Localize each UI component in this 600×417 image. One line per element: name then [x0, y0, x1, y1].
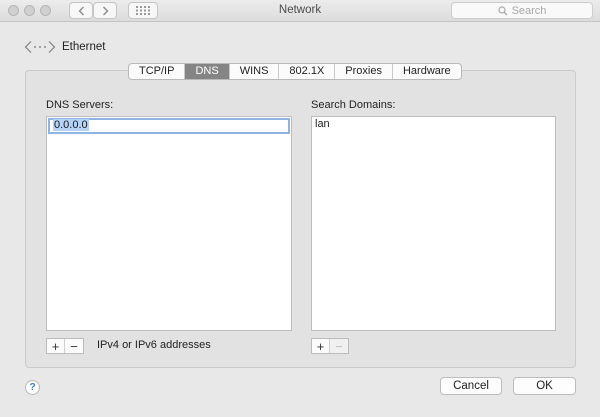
- tab-bar: TCP/IP DNS WINS 802.1X Proxies Hardware: [128, 63, 462, 80]
- dns-server-value[interactable]: 0.0.0.0: [53, 119, 89, 131]
- tab-proxies[interactable]: Proxies: [335, 64, 393, 79]
- title-bar: Network Search: [0, 0, 600, 22]
- search-domains-list[interactable]: lan: [311, 116, 556, 331]
- tab-hardware[interactable]: Hardware: [393, 64, 461, 79]
- search-field[interactable]: Search: [451, 2, 593, 19]
- add-search-domain-button[interactable]: +: [312, 339, 330, 353]
- chevron-right-icon: [102, 6, 109, 16]
- remove-search-domain-button[interactable]: −: [330, 339, 348, 353]
- tab-802-1x[interactable]: 802.1X: [279, 64, 335, 79]
- tab-wins[interactable]: WINS: [230, 64, 280, 79]
- add-dns-server-button[interactable]: +: [47, 339, 65, 353]
- search-icon: [498, 6, 508, 16]
- remove-dns-server-button[interactable]: −: [65, 339, 83, 353]
- search-domains-label: Search Domains:: [311, 99, 395, 111]
- search-domains-controls: + −: [311, 338, 349, 354]
- connection-label: Ethernet: [62, 41, 105, 53]
- forward-button[interactable]: [93, 2, 117, 19]
- tab-dns[interactable]: DNS: [185, 64, 229, 79]
- dns-servers-label: DNS Servers:: [46, 99, 113, 111]
- dns-servers-controls: + −: [46, 338, 84, 354]
- search-placeholder: Search: [512, 5, 547, 17]
- show-all-button[interactable]: [128, 2, 158, 19]
- cancel-button[interactable]: Cancel: [440, 377, 502, 395]
- chevron-left-icon: [78, 6, 85, 16]
- tab-tcp-ip[interactable]: TCP/IP: [129, 64, 185, 79]
- ethernet-icon: [24, 40, 56, 54]
- dns-servers-hint: IPv4 or IPv6 addresses: [97, 339, 211, 351]
- help-button[interactable]: ?: [25, 380, 40, 395]
- grid-icon: [136, 6, 150, 15]
- dns-server-item[interactable]: 0.0.0.0: [48, 118, 290, 134]
- minimize-window-button[interactable]: [24, 5, 35, 16]
- search-domain-item[interactable]: lan: [312, 117, 555, 133]
- close-window-button[interactable]: [8, 5, 19, 16]
- zoom-window-button[interactable]: [40, 5, 51, 16]
- dns-servers-list[interactable]: 0.0.0.0: [46, 116, 292, 331]
- back-button[interactable]: [69, 2, 93, 19]
- ok-button[interactable]: OK: [513, 377, 576, 395]
